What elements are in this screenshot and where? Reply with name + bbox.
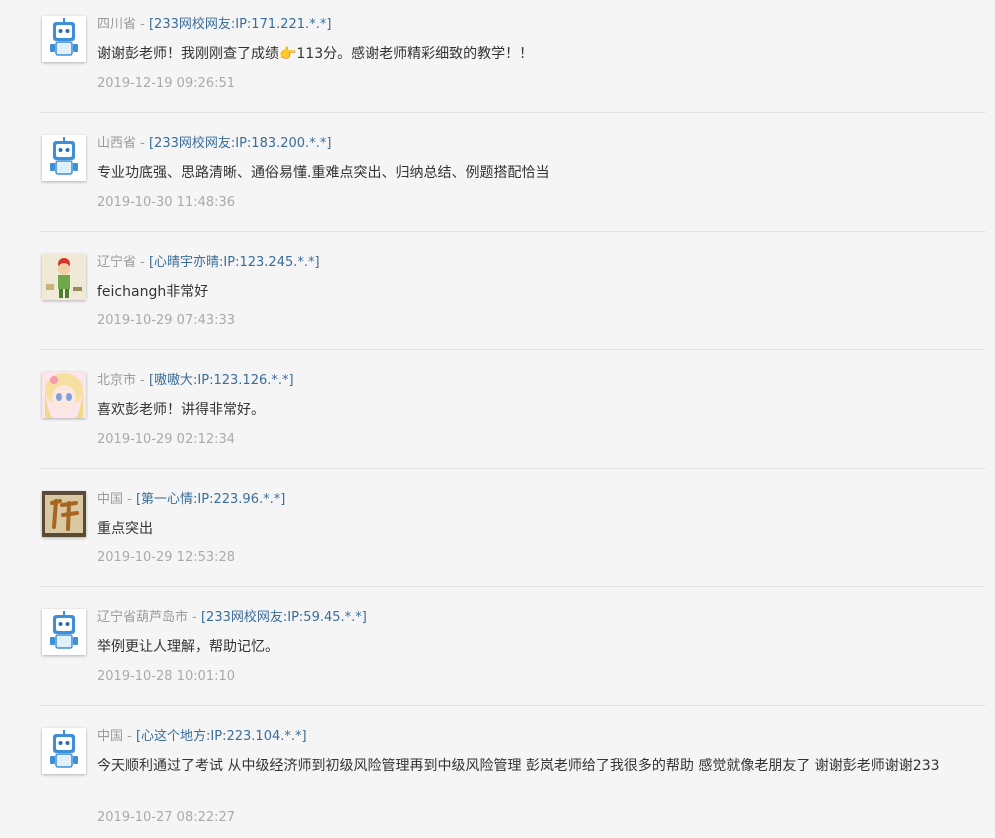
comment-user-link[interactable]: [心晴宇亦晴:IP:123.245.*.*] [149,255,320,270]
comment-time: 2019-10-28 10:01:10 [97,669,236,684]
comment-separator: - [188,610,201,625]
comment-separator: - [136,17,149,32]
comment-meta: 北京市 - [嗷嗷大:IP:123.126.*.*] [97,372,294,390]
comment-text: 今天顺利通过了考试 从中级经济师到初级风险管理再到中级风险管理 彭岚老师给了我很… [97,758,940,774]
comment-text: 专业功底强、思路清晰、通俗易懂.重难点突出、归纳总结、例题搭配恰当 [97,165,550,181]
comment-user-link[interactable]: [233网校网友:IP:183.200.*.*] [149,136,331,151]
comment-region: 中国 [97,729,124,744]
comment-list: 四川省 - [233网校网友:IP:171.221.*.*] 谢谢彭老师！我刚刚… [0,0,995,838]
comment-separator: - [136,136,149,151]
comment-region: 四川省 [97,17,137,32]
comment-region: 中国 [97,492,124,507]
comment-item: 中国 - [心这个地方:IP:223.104.*.*] 今天顺利通过了考试 从中… [40,728,986,838]
calligraphy-avatar-icon[interactable] [42,491,86,537]
comment-time: 2019-10-29 12:53:28 [97,550,236,565]
comment-meta: 辽宁省葫芦岛市 - [233网校网友:IP:59.45.*.*] [97,609,367,627]
comment-text: 喜欢彭老师！讲得非常好。 [97,402,265,418]
comment-region: 北京市 [97,373,137,388]
comment-user-link[interactable]: [嗷嗷大:IP:123.126.*.*] [149,373,294,388]
comment-text: 重点突出 [97,521,153,537]
robot-avatar-icon[interactable] [42,728,86,774]
comment-region: 山西省 [97,136,137,151]
comment-user-link[interactable]: [233网校网友:IP:59.45.*.*] [201,610,367,625]
comment-separator: - [136,255,149,270]
comment-time: 2019-10-29 07:43:33 [97,313,236,328]
comment-text: 举例更让人理解，帮助记忆。 [97,639,279,655]
comment-region: 辽宁省葫芦岛市 [97,610,189,625]
comment-item: 辽宁省 - [心晴宇亦晴:IP:123.245.*.*] feichangh非常… [40,254,986,350]
comment-item: 四川省 - [233网校网友:IP:171.221.*.*] 谢谢彭老师！我刚刚… [40,16,986,113]
comment-text: feichangh非常好 [97,284,209,300]
comment-item: 辽宁省葫芦岛市 - [233网校网友:IP:59.45.*.*] 举例更让人理解… [40,609,986,706]
comment-item: 山西省 - [233网校网友:IP:183.200.*.*] 专业功底强、思路清… [40,135,986,232]
comment-user-link[interactable]: [233网校网友:IP:171.221.*.*] [149,17,331,32]
comment-time: 2019-10-27 08:22:27 [97,810,236,825]
comment-time: 2019-12-19 09:26:51 [97,76,236,91]
comment-item: 中国 - [第一心情:IP:223.96.*.*] 重点突出 2019-10-2… [40,491,986,587]
robot-avatar-icon[interactable] [42,609,86,655]
comment-time: 2019-10-29 02:12:34 [97,432,236,447]
comment-meta: 山西省 - [233网校网友:IP:183.200.*.*] [97,135,331,153]
comment-separator: - [123,492,136,507]
comment-meta: 中国 - [心这个地方:IP:223.104.*.*] [97,728,307,746]
comment-meta: 四川省 - [233网校网友:IP:171.221.*.*] [97,16,331,34]
comment-meta: 中国 - [第一心情:IP:223.96.*.*] [97,491,285,509]
anime-girl-avatar-icon[interactable] [42,372,86,418]
comment-separator: - [123,729,136,744]
comment-time: 2019-10-30 11:48:36 [97,195,236,210]
comment-user-link[interactable]: [第一心情:IP:223.96.*.*] [136,492,285,507]
comment-user-link[interactable]: [心这个地方:IP:223.104.*.*] [136,729,307,744]
comment-text: 谢谢彭老师！我刚刚查了成绩👉113分。感谢老师精彩细致的教学！！ [97,46,534,62]
comment-meta: 辽宁省 - [心晴宇亦晴:IP:123.245.*.*] [97,254,320,272]
robot-avatar-icon[interactable] [42,16,86,62]
comment-item: 北京市 - [嗷嗷大:IP:123.126.*.*] 喜欢彭老师！讲得非常好。 … [40,372,986,469]
robot-avatar-icon[interactable] [42,135,86,181]
comment-region: 辽宁省 [97,255,137,270]
comment-separator: - [136,373,149,388]
cartoon-boy-avatar-icon[interactable] [42,254,86,300]
